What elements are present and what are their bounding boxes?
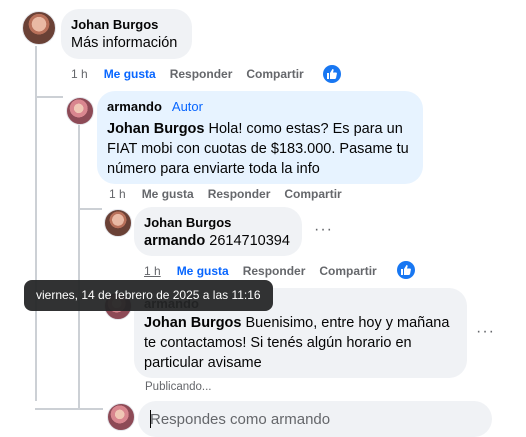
like-button[interactable]: Me gusta — [177, 264, 229, 278]
thread-line-branch-2 — [78, 208, 102, 210]
publishing-status: Publicando... — [145, 381, 212, 393]
like-button[interactable]: Me gusta — [142, 187, 194, 201]
comment-actions: 1 h Me gusta Responder Compartir — [71, 67, 318, 81]
comment-text: Johan Burgos Buenisimo, entre hoy y maña… — [144, 313, 454, 373]
thumbs-up-icon[interactable] — [323, 65, 341, 83]
mention[interactable]: Johan Burgos — [144, 315, 241, 331]
reply-button[interactable]: Responder — [208, 187, 271, 201]
author-badge: Autor — [171, 99, 203, 114]
comment-time[interactable]: 1 h — [109, 187, 126, 201]
comment-author-line: armando Autor — [107, 99, 203, 114]
comment-author[interactable]: armando — [107, 99, 162, 114]
comment-author[interactable]: Johan Burgos — [71, 17, 158, 32]
comment-text-body: 2614710394 — [205, 233, 290, 249]
text-caret — [150, 410, 151, 428]
reply-button[interactable]: Responder — [243, 264, 306, 278]
thread-line-branch-1 — [35, 96, 63, 98]
thread-line-main — [35, 46, 37, 401]
share-button[interactable]: Compartir — [319, 264, 376, 278]
mention[interactable]: armando — [144, 233, 205, 249]
comment-bubble: Johan Burgos armando 2614710394 — [134, 207, 302, 256]
comment-time[interactable]: 1 h — [71, 67, 88, 81]
comment-text: armando 2614710394 — [144, 231, 290, 251]
timestamp-tooltip: viernes, 14 de febrero de 2025 a las 11:… — [24, 280, 273, 311]
like-button[interactable]: Me gusta — [104, 67, 156, 81]
share-button[interactable]: Compartir — [284, 187, 341, 201]
more-options-icon[interactable]: ··· — [314, 221, 333, 239]
avatar — [107, 403, 135, 431]
comment-time[interactable]: 1 h — [144, 264, 161, 278]
share-button[interactable]: Compartir — [246, 67, 303, 81]
reply-button[interactable]: Responder — [170, 67, 233, 81]
more-options-icon[interactable]: ··· — [476, 323, 495, 341]
comment-bubble-author: armando Autor Johan Burgos Hola! como est… — [97, 91, 423, 184]
avatar[interactable] — [22, 11, 56, 45]
comment-text: Más información — [71, 35, 178, 51]
comment-bubble: Johan Burgos Más información — [61, 9, 192, 59]
comment-actions: 1 h Me gusta Responder Compartir — [144, 264, 391, 278]
comment-actions: 1 h Me gusta Responder Compartir — [109, 187, 356, 201]
thumbs-up-icon[interactable] — [397, 261, 415, 279]
reply-input[interactable] — [138, 401, 492, 437]
comment-author[interactable]: Johan Burgos — [144, 215, 231, 230]
thread-line-reply-branch — [35, 408, 103, 410]
avatar[interactable] — [66, 97, 94, 125]
mention[interactable]: Johan Burgos — [107, 121, 204, 137]
thread-line-nested — [78, 124, 80, 409]
comment-text: Johan Burgos Hola! como estas? Es para u… — [107, 119, 413, 179]
reply-box — [138, 401, 492, 437]
avatar[interactable] — [104, 209, 132, 237]
